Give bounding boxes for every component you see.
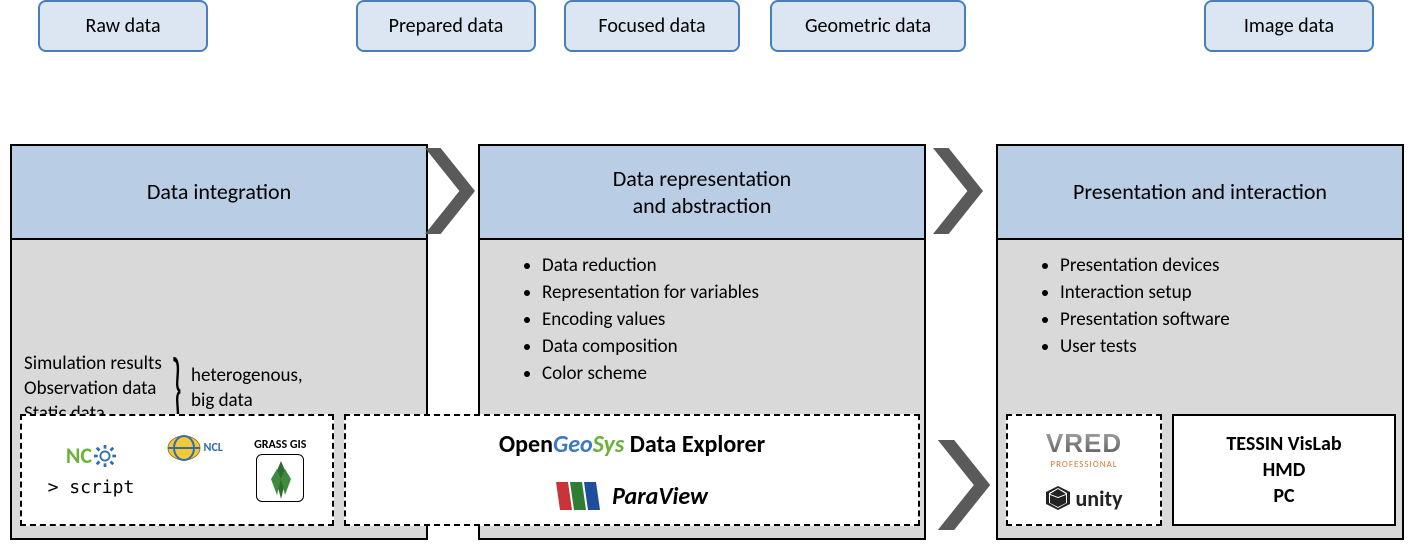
pill-raw-data: Raw data — [38, 0, 208, 52]
device-hmd: HMD — [1263, 458, 1306, 482]
paraview-icon — [556, 482, 604, 510]
stage3-b2: Interaction setup — [1060, 281, 1386, 304]
grass-gis-logo: GRASS GIS — [254, 438, 306, 502]
chevron-icon — [418, 148, 482, 234]
stage2-title: Data representation and abstraction — [480, 146, 924, 240]
chevron-icon — [926, 148, 990, 234]
pill-prepared-data: Prepared data — [356, 0, 536, 52]
pill-geometric-data: Geometric data — [770, 0, 966, 52]
stage3-bullets: Presentation devices Interaction setup P… — [1014, 250, 1386, 358]
globe-icon — [166, 430, 202, 466]
ncl-logo: NCL — [166, 430, 223, 466]
software-box-integration: NC > script NCL GRASS GIS — [20, 414, 334, 526]
gear-icon — [94, 445, 116, 467]
stage2-bullets: Data reduction Representation for variab… — [496, 250, 908, 385]
unity-icon — [1045, 485, 1071, 511]
stage3-b3: Presentation software — [1060, 308, 1386, 331]
software-box-engines: VRED PROFESSIONAL unity — [1006, 414, 1162, 526]
vred-logo: VRED PROFESSIONAL — [1046, 428, 1122, 470]
nco-logo: NC — [66, 442, 116, 469]
stage1-input-sim: Simulation results — [24, 352, 162, 375]
device-pc: PC — [1273, 484, 1294, 508]
script-label: > script — [48, 477, 135, 498]
opengeosys-logo: OpenGeoSys Data Explorer — [499, 430, 765, 459]
paraview-logo: ParaView — [556, 482, 708, 511]
unity-logo: unity — [1045, 485, 1122, 512]
stage3-title: Presentation and interaction — [998, 146, 1402, 240]
stage2-b3: Encoding values — [542, 308, 908, 331]
stage2-b5: Color scheme — [542, 362, 908, 385]
chevron-icon — [936, 440, 992, 530]
stage1-het: heterogenous, — [191, 364, 303, 387]
stage1-title: Data integration — [12, 146, 426, 240]
grass-icon — [256, 454, 304, 502]
pill-image-data: Image data — [1204, 0, 1374, 52]
stage2-b2: Representation for variables — [542, 281, 908, 304]
software-box-devices: TESSIN VisLab HMD PC — [1172, 414, 1396, 526]
stage2-b1: Data reduction — [542, 254, 908, 277]
device-vislab: TESSIN VisLab — [1226, 432, 1341, 456]
stage1-input-obs: Observation data — [24, 377, 162, 400]
stage2-b4: Data composition — [542, 335, 908, 358]
software-box-representation: OpenGeoSys Data Explorer ParaView — [344, 414, 920, 526]
stage1-summary: heterogenous, big data — [191, 364, 303, 414]
stage3-b4: User tests — [1060, 335, 1386, 358]
pill-focused-data: Focused data — [564, 0, 740, 52]
stage3-b1: Presentation devices — [1060, 254, 1386, 277]
stage1-big: big data — [191, 389, 303, 412]
